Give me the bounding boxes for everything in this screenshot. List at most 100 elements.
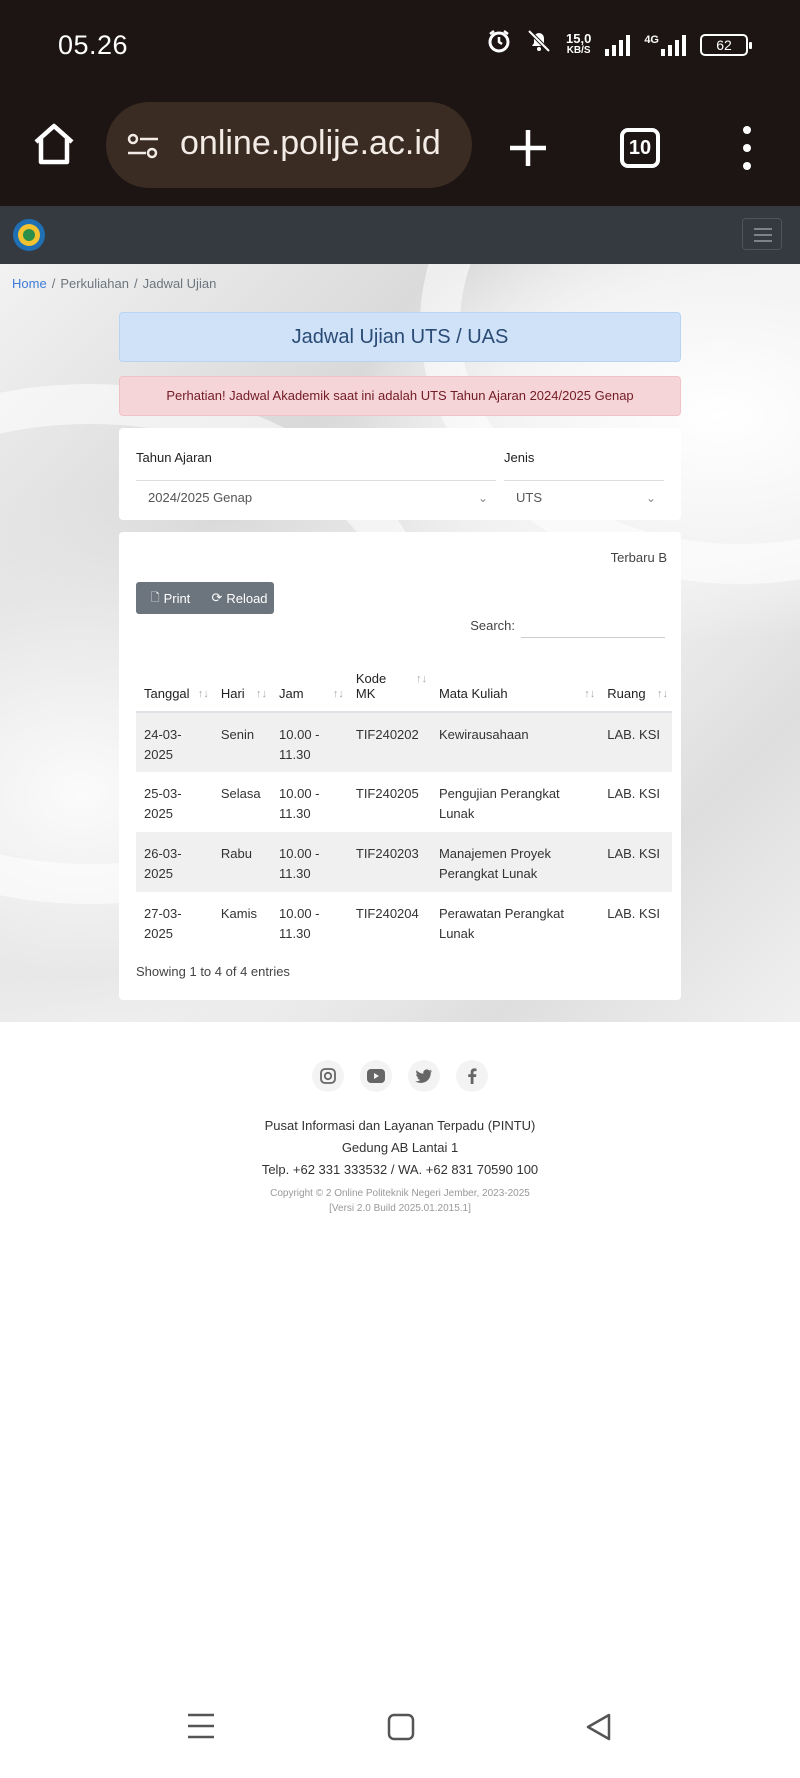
table-row: 27-03-2025 Kamis 10.00 - 11.30 TIF240204… bbox=[136, 892, 672, 952]
facebook-icon[interactable] bbox=[456, 1060, 488, 1092]
last-update-text: Terbaru B bbox=[610, 550, 667, 565]
jenis-value: UTS bbox=[516, 490, 542, 505]
recent-apps-icon[interactable] bbox=[186, 1712, 216, 1745]
cell-hari: Rabu bbox=[212, 832, 272, 892]
cell-kode: TIF240203 bbox=[347, 832, 431, 892]
cell-tanggal: 24-03-2025 bbox=[136, 712, 213, 772]
status-bar: 05.26 15,0 KB/S 4G 62 bbox=[0, 0, 800, 92]
breadcrumb-home[interactable]: Home bbox=[12, 276, 47, 291]
tahun-ajaran-select[interactable]: 2024/2025 Genap ⌄ bbox=[136, 480, 496, 514]
address-bar[interactable]: online.polije.ac.id bbox=[106, 102, 472, 188]
print-icon: 🗋 bbox=[150, 591, 160, 604]
reload-label: Reload bbox=[226, 590, 268, 606]
net-speed: 15,0 KB/S bbox=[566, 30, 592, 57]
jenis-select[interactable]: UTS ⌄ bbox=[504, 480, 664, 514]
chevron-down-icon: ⌄ bbox=[477, 491, 488, 505]
youtube-icon[interactable] bbox=[360, 1060, 392, 1092]
cell-ruang: LAB. KSI bbox=[607, 906, 660, 921]
main-content: Home / Perkuliahan / Jadwal Ujian Jadwal Uji… bbox=[0, 264, 800, 1022]
table-row: 25-03-2025 Selasa 10.00 - 11.30 TIF24020… bbox=[136, 772, 672, 832]
navbar-toggle-icon[interactable] bbox=[742, 218, 782, 250]
network-type: 4G bbox=[644, 33, 659, 46]
print-button[interactable]: 🗋 Print bbox=[136, 582, 205, 614]
col-hari[interactable]: Hari ↑↓ bbox=[212, 650, 272, 713]
net-speed-value: 15,0 bbox=[566, 30, 592, 46]
footer-contact: Telp. +62 331 333532 / WA. +62 831 70590… bbox=[261, 1162, 539, 1177]
schedule-card: Terbaru B 🗋 Print ⟳ Reload Search: Tangg… bbox=[119, 532, 681, 1000]
col-tanggal-label: Tanggal bbox=[144, 686, 190, 701]
tab-count: 10 bbox=[628, 137, 652, 159]
cell-kode: TIF240202 bbox=[347, 712, 431, 772]
battery-icon: 62 bbox=[700, 33, 752, 56]
home-nav-icon[interactable] bbox=[386, 1712, 416, 1747]
url-text: online.polije.ac.id bbox=[180, 124, 441, 162]
table-search: Search: bbox=[470, 612, 665, 638]
twitter-icon[interactable] bbox=[408, 1060, 440, 1092]
table-actions: 🗋 Print ⟳ Reload bbox=[136, 582, 274, 614]
social-links bbox=[0, 1060, 800, 1092]
site-settings-icon[interactable] bbox=[126, 132, 160, 165]
instagram-icon[interactable] bbox=[312, 1060, 344, 1092]
print-label: Print bbox=[163, 590, 191, 606]
chevron-down-icon: ⌄ bbox=[645, 491, 656, 505]
filter-card: Tahun Ajaran 2024/2025 Genap ⌄ Jenis UTS… bbox=[119, 428, 681, 520]
col-jam[interactable]: Jam ↑↓ bbox=[271, 650, 348, 713]
table-row: 26-03-2025 Rabu 10.00 - 11.30 TIF240203 … bbox=[136, 832, 672, 892]
tahun-ajaran-label: Tahun Ajaran bbox=[136, 450, 212, 465]
cell-matkul: Manajemen Proyek Perangkat Lunak bbox=[430, 832, 600, 892]
col-matkul-label: Mata Kuliah bbox=[438, 686, 508, 701]
footer-copyright: Copyright © 2 Online Politeknik Negeri J… bbox=[270, 1188, 530, 1199]
site-footer: Pusat Informasi dan Layanan Terpadu (PIN… bbox=[0, 1022, 800, 1222]
browser-toolbar: online.polije.ac.id 10 bbox=[0, 92, 800, 206]
col-jam-label: Jam bbox=[279, 686, 304, 701]
cell-tanggal: 26-03-2025 bbox=[136, 832, 213, 892]
back-nav-icon[interactable] bbox=[584, 1712, 612, 1747]
col-mata-kuliah[interactable]: Mata Kuliah ↑↓ bbox=[430, 650, 600, 713]
sort-icon: ↑↓ bbox=[197, 688, 209, 700]
cell-kode: TIF240204 bbox=[355, 906, 419, 921]
col-kode-label: Kode MK bbox=[355, 671, 387, 701]
site-navbar bbox=[0, 206, 800, 264]
cell-tanggal: 25-03-2025 bbox=[144, 786, 182, 821]
search-label: Search: bbox=[470, 617, 515, 633]
breadcrumb-section[interactable]: Perkuliahan bbox=[60, 276, 129, 291]
home-icon[interactable] bbox=[30, 120, 78, 168]
footer-address: Gedung AB Lantai 1 bbox=[341, 1140, 459, 1155]
status-icons: 15,0 KB/S 4G 62 bbox=[486, 28, 752, 61]
col-hari-label: Hari bbox=[220, 686, 245, 701]
cell-hari: Kamis bbox=[220, 906, 257, 921]
breadcrumb-current: Jadwal Ujian bbox=[142, 276, 217, 291]
alert-banner: Perhatian! Jadwal Akademik saat ini adal… bbox=[119, 376, 681, 416]
footer-org: Pusat Informasi dan Layanan Terpadu (PIN… bbox=[264, 1118, 536, 1133]
search-input[interactable] bbox=[521, 612, 665, 638]
col-kode-mk[interactable]: Kode MK ↑↓ bbox=[347, 650, 431, 713]
cell-kode: TIF240205 bbox=[355, 786, 419, 801]
col-tanggal[interactable]: Tanggal ↑↓ bbox=[136, 650, 213, 713]
cell-matkul: Pengujian Perangkat Lunak bbox=[438, 786, 560, 821]
cell-matkul: Kewirausahaan bbox=[430, 712, 600, 772]
sort-icon: ↑↓ bbox=[415, 673, 427, 685]
breadcrumb: Home / Perkuliahan / Jadwal Ujian bbox=[12, 276, 217, 291]
col-ruang[interactable]: Ruang ↑↓ bbox=[599, 650, 672, 713]
cell-matkul: Perawatan Perangkat Lunak bbox=[438, 906, 564, 941]
mute-bell-icon bbox=[526, 28, 552, 61]
polije-logo[interactable] bbox=[12, 218, 46, 252]
table-info: Showing 1 to 4 of 4 entries bbox=[136, 964, 290, 979]
signal-icon bbox=[605, 34, 631, 56]
reload-button[interactable]: ⟳ Reload bbox=[205, 582, 274, 614]
cell-jam: 10.00 - 11.30 bbox=[279, 906, 320, 941]
new-tab-icon[interactable] bbox=[508, 128, 548, 168]
cell-tanggal: 27-03-2025 bbox=[144, 906, 182, 941]
cell-ruang: LAB. KSI bbox=[599, 712, 672, 772]
tahun-ajaran-value: 2024/2025 Genap bbox=[148, 490, 253, 505]
sort-icon: ↑↓ bbox=[657, 688, 668, 700]
net-speed-unit: KB/S bbox=[566, 44, 591, 56]
tab-switcher-button[interactable]: 10 bbox=[620, 128, 660, 168]
cell-jam: 10.00 - 11.30 bbox=[279, 786, 320, 821]
alarm-icon bbox=[486, 28, 512, 61]
sort-icon: ↑↓ bbox=[332, 688, 344, 700]
signal-4g-icon: 4G bbox=[644, 34, 686, 56]
more-menu-icon[interactable] bbox=[740, 126, 754, 170]
cell-ruang: LAB. KSI bbox=[607, 786, 660, 801]
cell-hari: Senin bbox=[212, 712, 272, 772]
